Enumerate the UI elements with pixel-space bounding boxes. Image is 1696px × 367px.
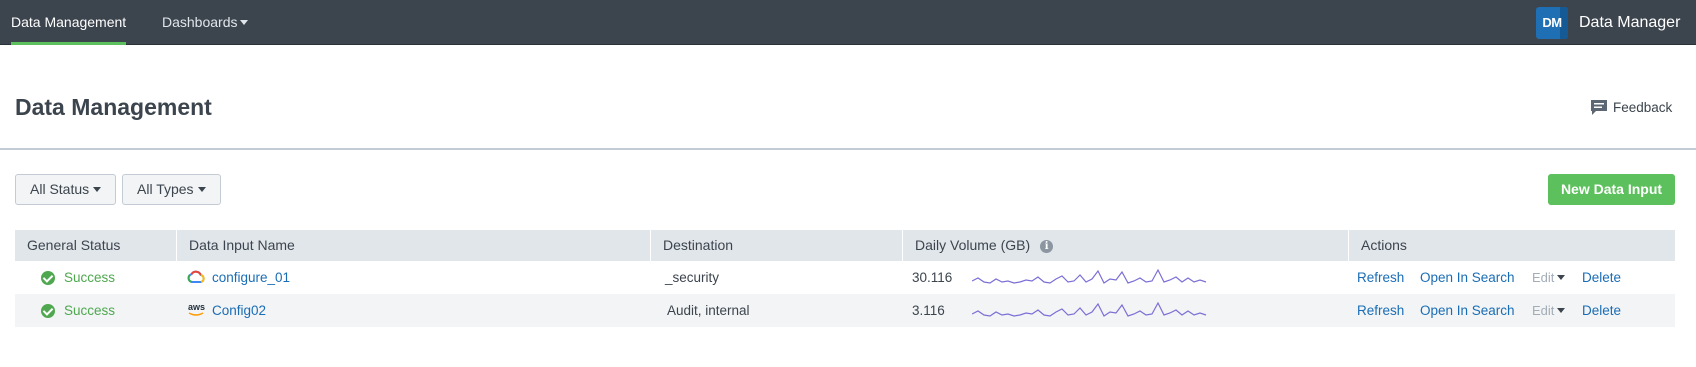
chevron-down-icon [197, 186, 206, 192]
page-title: Data Management [15, 94, 212, 120]
status-text: Success [64, 303, 116, 318]
column-header-data-input-name[interactable]: Data Input Name [177, 230, 295, 261]
feedback-icon [1591, 100, 1607, 115]
chevron-down-icon [1557, 308, 1566, 314]
types-filter-label: All Types [137, 181, 194, 197]
feedback-link[interactable]: Feedback [1590, 99, 1672, 116]
app-logo-text: DM [1542, 15, 1562, 30]
data-inputs-table: General Status Data Input Name Destinati… [15, 230, 1675, 327]
chevron-down-icon [1557, 275, 1566, 281]
app-logo: DM [1536, 7, 1568, 39]
nav-data-management[interactable]: Data Management [11, 0, 127, 45]
table-row: Success aws Config02 Audit, internal 3.1… [15, 294, 1675, 327]
open-in-search-link[interactable]: Open In Search [1420, 261, 1515, 294]
delete-link[interactable]: Delete [1582, 294, 1621, 327]
google-cloud-icon [187, 270, 205, 283]
data-input-name-link[interactable]: configure_01 [212, 261, 290, 294]
aws-smile-icon [188, 312, 204, 316]
daily-volume-label: Daily Volume (GB) [915, 237, 1031, 253]
edit-label: Edit [1532, 270, 1555, 285]
open-in-search-link[interactable]: Open In Search [1420, 294, 1515, 327]
nav-dashboards-label: Dashboards [162, 14, 238, 30]
nav-dashboards[interactable]: Dashboards [162, 0, 248, 45]
destination-text: Audit, internal [667, 303, 750, 318]
success-check-icon [41, 271, 55, 285]
app-name: Data Manager [1579, 14, 1681, 31]
feedback-label: Feedback [1613, 100, 1673, 115]
success-check-icon [41, 304, 55, 318]
refresh-link[interactable]: Refresh [1357, 261, 1404, 294]
table-row: Success configure_01 _security 30.116 Re… [15, 261, 1675, 294]
info-icon[interactable]: i [1040, 239, 1054, 253]
daily-volume-value: 3.116 [912, 303, 945, 318]
edit-dropdown: Edit [1532, 261, 1566, 294]
delete-link[interactable]: Delete [1582, 261, 1621, 294]
edit-label: Edit [1532, 303, 1555, 318]
column-header-actions: Actions [1361, 237, 1407, 253]
refresh-link[interactable]: Refresh [1357, 294, 1404, 327]
edit-dropdown: Edit [1532, 294, 1566, 327]
status-filter-label: All Status [30, 181, 90, 197]
daily-volume-value: 30.116 [912, 270, 953, 285]
chevron-down-icon [239, 19, 248, 25]
chevron-down-icon [93, 186, 102, 192]
column-header-daily-volume[interactable]: Daily Volume (GB) i [903, 230, 1054, 261]
status-filter-dropdown[interactable]: All Status [15, 174, 117, 205]
destination-text: _security [665, 270, 720, 285]
column-header-general-status[interactable]: General Status [15, 230, 120, 261]
volume-sparkline [972, 301, 1207, 317]
table-header: General Status Data Input Name Destinati… [15, 230, 1675, 261]
aws-icon: aws [188, 302, 206, 312]
column-header-destination[interactable]: Destination [651, 230, 733, 261]
volume-sparkline [972, 268, 1207, 284]
top-nav-bar: Data Management Dashboards DM Data Manag… [0, 0, 1696, 45]
status-text: Success [64, 270, 116, 285]
header-divider [0, 148, 1696, 150]
data-input-name-link[interactable]: Config02 [212, 294, 266, 327]
new-data-input-button[interactable]: New Data Input [1548, 174, 1675, 205]
types-filter-dropdown[interactable]: All Types [122, 174, 221, 205]
